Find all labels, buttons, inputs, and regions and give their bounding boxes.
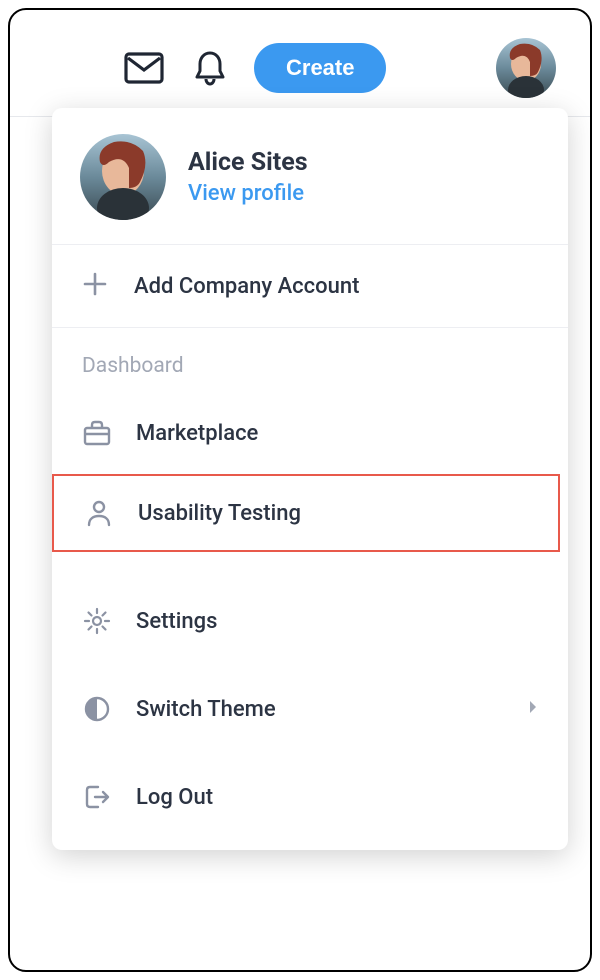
menu-item-log-out[interactable]: Log Out — [52, 762, 568, 832]
bell-icon[interactable] — [188, 46, 232, 90]
chevron-right-icon — [528, 699, 538, 719]
create-button[interactable]: Create — [254, 43, 386, 93]
avatar[interactable] — [496, 38, 556, 98]
briefcase-icon — [82, 418, 112, 448]
add-company-button[interactable]: Add Company Account — [52, 245, 568, 328]
menu-label: Marketplace — [136, 421, 538, 446]
topbar: Create — [10, 10, 590, 117]
menu-label: Usability Testing — [138, 501, 528, 526]
menu-item-switch-theme[interactable]: Switch Theme — [52, 674, 568, 744]
dashboard-section-label: Dashboard — [52, 328, 568, 398]
menu-item-usability-testing[interactable]: Usability Testing — [52, 474, 560, 552]
avatar-large — [80, 134, 166, 220]
half-circle-icon — [82, 694, 112, 724]
mail-icon[interactable] — [122, 46, 166, 90]
view-profile-link[interactable]: View profile — [188, 181, 308, 206]
menu-label: Settings — [136, 609, 538, 634]
add-company-label: Add Company Account — [134, 274, 359, 299]
menu-item-marketplace[interactable]: Marketplace — [52, 398, 568, 468]
menu-label: Log Out — [136, 785, 538, 810]
menu-item-settings[interactable]: Settings — [52, 586, 568, 656]
profile-name: Alice Sites — [188, 148, 308, 177]
person-icon — [84, 498, 114, 528]
menu-label: Switch Theme — [136, 697, 504, 722]
profile-dropdown: Alice Sites View profile Add Company Acc… — [52, 108, 568, 850]
plus-icon — [82, 271, 108, 301]
logout-icon — [82, 782, 112, 812]
profile-header: Alice Sites View profile — [52, 108, 568, 245]
gear-icon — [82, 606, 112, 636]
